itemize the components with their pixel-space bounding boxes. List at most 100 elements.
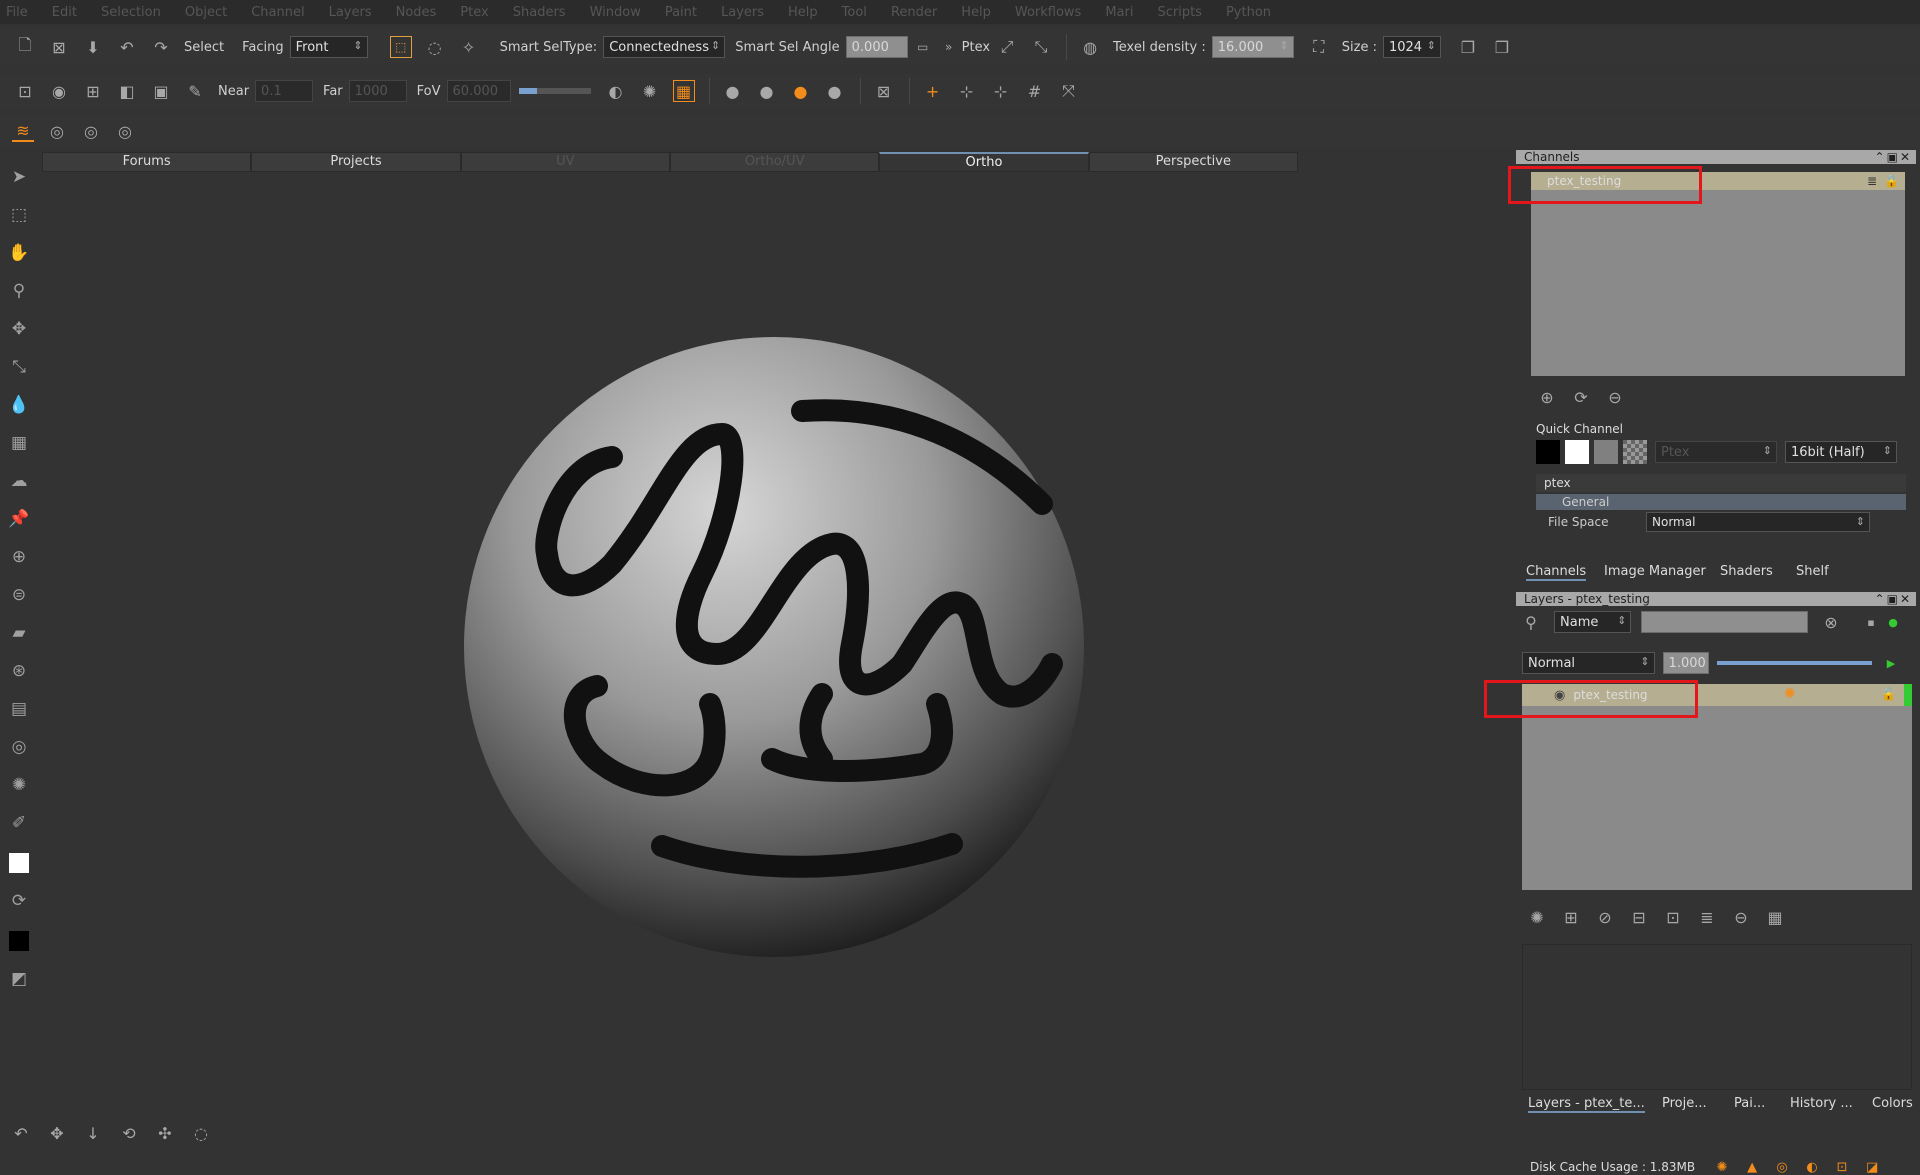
filter-input[interactable] (1641, 611, 1808, 633)
tab-channels[interactable]: Channels (1526, 564, 1587, 581)
tab-projects[interactable]: Projects (251, 152, 461, 172)
tab-forums[interactable]: Forums (42, 152, 252, 172)
menu-item-9[interactable]: Window (590, 5, 641, 20)
layer-grid-icon[interactable]: ▦ (1764, 906, 1786, 928)
menu-item-7[interactable]: Ptex (460, 5, 488, 20)
status-icon-5[interactable]: ⊡ (1831, 1156, 1853, 1175)
orbit-view-icon[interactable]: ✣ (154, 1122, 176, 1144)
pin-tool-icon[interactable]: 📌 (8, 508, 30, 530)
zoom-tool-icon[interactable]: ⚲ (8, 280, 30, 302)
status-icon-1[interactable]: ✺ (1711, 1156, 1733, 1175)
fov-input[interactable]: 60.000 (446, 80, 511, 102)
save-file-icon[interactable]: ⬇ (82, 36, 104, 58)
menu-item-12[interactable]: Help (788, 5, 818, 20)
rect-select-icon[interactable]: ⬚ (389, 36, 412, 58)
menu-item-0[interactable]: File (6, 5, 28, 20)
wireframe-icon[interactable]: ⊠ (873, 80, 895, 102)
grid-snap-icon[interactable]: # (1024, 80, 1046, 102)
foreground-color-swatch[interactable] (8, 852, 30, 874)
size-dropdown[interactable]: 1024 (1382, 36, 1441, 58)
smudge-tool-icon[interactable]: ☁ (8, 470, 30, 492)
tab-colors[interactable]: Colors (1872, 1096, 1913, 1111)
transparent-swatch[interactable] (1623, 440, 1647, 464)
lighting-icon[interactable]: ◐ (605, 80, 627, 102)
menu-item-13[interactable]: Tool (842, 5, 867, 20)
object-icon[interactable]: ⊡ (14, 80, 36, 102)
paste-icon[interactable]: ❒ (1491, 36, 1513, 58)
layer-list-icon[interactable]: ≣ (1696, 906, 1718, 928)
white-swatch[interactable] (1565, 440, 1589, 464)
channel-list-icon[interactable]: ≣ (1867, 174, 1877, 188)
near-input[interactable]: 0.1 (255, 80, 314, 102)
pan-tool-icon[interactable]: ✋ (8, 242, 30, 264)
undo-view-icon[interactable]: ↶ (10, 1122, 32, 1144)
frame-all-icon[interactable]: ⊞ (82, 80, 104, 102)
layers-window-controls-icon[interactable]: ⌃▣✕ (1875, 592, 1916, 606)
select-tool-icon[interactable]: ➤ (8, 166, 30, 188)
eye-hide-icon[interactable]: ◎ (80, 120, 102, 142)
close-file-icon[interactable]: ⊠ (48, 36, 70, 58)
tab-history[interactable]: History ... (1790, 1096, 1853, 1111)
film-icon[interactable]: ▣ (150, 80, 172, 102)
tab-shelf[interactable]: Shelf (1796, 564, 1829, 579)
layer-mask-icon[interactable]: ▪ (1860, 611, 1882, 633)
black-swatch[interactable] (1536, 440, 1560, 464)
smart-sel-angle-input[interactable]: 0.000 (845, 36, 908, 58)
smart-sel-type-dropdown[interactable]: Connectedness (603, 36, 726, 58)
ptex-resize-icon[interactable]: ⤢ (996, 36, 1018, 58)
cube-icon[interactable]: ◧ (116, 80, 138, 102)
globe-icon[interactable]: ◍ (1079, 36, 1101, 58)
far-input[interactable]: 1000 (348, 80, 407, 102)
status-icon-6[interactable]: ◪ (1861, 1156, 1883, 1175)
mirror-x-icon[interactable]: ⊹ (956, 80, 978, 102)
menu-item-10[interactable]: Paint (665, 5, 697, 20)
add-group-icon[interactable]: ⊡ (1662, 906, 1684, 928)
add-paint-layer-icon[interactable]: ✺ (1526, 906, 1548, 928)
add-channel-icon[interactable]: ⊕ (1536, 386, 1558, 408)
paint-tool-icon[interactable]: 💧 (8, 394, 30, 416)
brush-settings-icon[interactable]: ✎ (184, 80, 206, 102)
opacity-input[interactable]: 1.000 (1662, 652, 1709, 674)
redo-link-icon[interactable]: ↷ (150, 36, 172, 58)
opacity-slider[interactable] (1716, 661, 1872, 665)
lasso-select-icon[interactable]: ◌ (424, 36, 446, 58)
menu-item-1[interactable]: Edit (52, 5, 77, 20)
menu-item-14[interactable]: Render (891, 5, 937, 20)
grey-swatch[interactable] (1594, 440, 1618, 464)
blur-tool-icon[interactable]: ⊜ (8, 584, 30, 606)
slider-icon[interactable]: ▭ (912, 36, 934, 58)
gradient-tool-icon[interactable]: ▤ (8, 698, 30, 720)
transform-reset-icon[interactable]: ⤧ (1058, 80, 1080, 102)
expand-chevron-icon[interactable]: » (938, 36, 960, 58)
dolly-view-icon[interactable]: ↓ (82, 1122, 104, 1144)
refresh-channel-icon[interactable]: ⟳ (1570, 386, 1592, 408)
layer-lock-icon[interactable]: 🔓 (1881, 687, 1896, 701)
copy-icon[interactable]: ❐ (1457, 36, 1479, 58)
panel-window-controls-icon[interactable]: ⌃▣✕ (1875, 150, 1916, 164)
clone-tool-icon[interactable]: ⊕ (8, 546, 30, 568)
play-icon[interactable]: ▶ (1880, 652, 1902, 674)
ptex-shrink-icon[interactable]: ⤡ (1030, 36, 1052, 58)
channel-lock-icon[interactable]: 🔒 (1884, 174, 1899, 188)
sphere-model[interactable] (42, 174, 1512, 1114)
tree-root[interactable]: ptex (1536, 474, 1906, 492)
default-colors-icon[interactable]: ◩ (8, 968, 30, 990)
viewport[interactable] (42, 174, 1512, 1114)
status-icon-2[interactable]: ▲ (1741, 1156, 1763, 1175)
menu-item-5[interactable]: Layers (329, 5, 372, 20)
remove-layer-icon[interactable]: ⊖ (1730, 906, 1752, 928)
tab-image-manager[interactable]: Image Manager (1604, 564, 1706, 579)
tab-shaders[interactable]: Shaders (1720, 564, 1773, 579)
flat-shade-icon[interactable]: ● (722, 80, 744, 102)
menu-item-11[interactable]: Layers (721, 5, 764, 20)
projection-tool-icon[interactable]: ⊛ (8, 660, 30, 682)
tab-painting[interactable]: Pai... (1734, 1096, 1765, 1111)
menu-item-19[interactable]: Python (1226, 5, 1271, 20)
pattern-tool-icon[interactable]: ✺ (8, 774, 30, 796)
status-icon-4[interactable]: ◐ (1801, 1156, 1823, 1175)
add-procedural-layer-icon[interactable]: ⊞ (1560, 906, 1582, 928)
new-file-icon[interactable]: 🗋 (14, 35, 36, 58)
move-tool-icon[interactable]: ✥ (8, 318, 30, 340)
facing-dropdown[interactable]: Front (289, 36, 368, 58)
menu-item-3[interactable]: Object (185, 5, 227, 20)
